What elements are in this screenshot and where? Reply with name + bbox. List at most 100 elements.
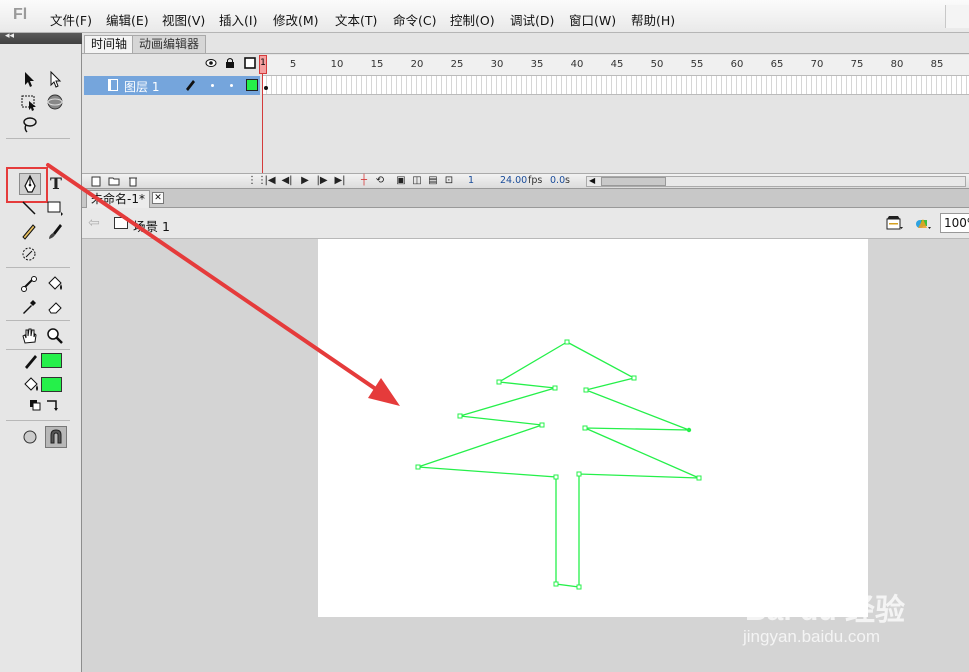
menu-commands[interactable]: 命令(C) xyxy=(393,10,436,29)
fill-color-icon[interactable] xyxy=(20,374,42,396)
menu-edit[interactable]: 编辑(E) xyxy=(106,10,149,29)
document-tab[interactable]: 未命名-1* xyxy=(86,190,150,208)
ruler-label: 30 xyxy=(490,59,504,70)
swap-colors-icon[interactable] xyxy=(42,395,64,417)
free-transform-tool-icon[interactable] xyxy=(18,91,40,113)
menu-text[interactable]: 文本(T) xyxy=(335,10,377,29)
menu-help[interactable]: 帮助(H) xyxy=(631,10,675,29)
ruler-label: 85 xyxy=(930,59,944,70)
new-folder-icon[interactable] xyxy=(108,175,120,187)
edit-symbol-icon[interactable] xyxy=(914,215,932,231)
stroke-color-swatch[interactable] xyxy=(41,353,62,368)
loop-icon[interactable]: ⟲ xyxy=(374,175,386,187)
onion-outlines-icon[interactable]: ◫ xyxy=(411,175,423,187)
layer-header-icons xyxy=(205,57,259,71)
frame-rate[interactable]: 24.00 xyxy=(500,175,527,186)
selection-tool-icon[interactable] xyxy=(18,68,40,90)
scroll-left-icon[interactable]: ◀ xyxy=(589,176,595,185)
menu-file[interactable]: 文件(F) xyxy=(50,10,92,29)
new-layer-icon[interactable] xyxy=(90,175,102,187)
menu-bar: Fl 文件(F) 编辑(E) 视图(V) 插入(I) 修改(M) 文本(T) 命… xyxy=(0,0,969,33)
object-drawing-icon[interactable] xyxy=(19,426,41,448)
playhead-line xyxy=(262,74,263,174)
show-hide-all-icon[interactable] xyxy=(205,57,217,69)
paint-bucket-tool-icon[interactable] xyxy=(44,273,66,295)
eyedropper-tool-icon[interactable] xyxy=(18,296,40,318)
pen-tool-icon[interactable] xyxy=(19,173,41,195)
3d-rotation-tool-icon[interactable] xyxy=(44,91,66,113)
lasso-tool-icon[interactable] xyxy=(18,114,40,136)
layer-name[interactable]: 图层 1 xyxy=(124,78,159,95)
outline-all-icon[interactable] xyxy=(244,57,256,69)
next-frame-icon[interactable]: |▶ xyxy=(316,175,328,187)
frame-ruler[interactable]: 5 10 15 20 25 30 35 40 45 50 55 60 65 70… xyxy=(262,55,969,76)
center-frame-icon[interactable]: ┼ xyxy=(358,175,370,187)
pencil-icon xyxy=(184,77,196,94)
ruler-label: 80 xyxy=(890,59,904,70)
menu-view[interactable]: 视图(V) xyxy=(162,10,205,29)
fill-color-swatch[interactable] xyxy=(41,377,62,392)
close-icon[interactable]: ✕ xyxy=(152,192,164,204)
tools-panel: ◂◂ T xyxy=(0,31,82,672)
menu-modify[interactable]: 修改(M) xyxy=(273,10,319,29)
menu-debug[interactable]: 调试(D) xyxy=(510,10,554,29)
ruler-label: 10 xyxy=(330,59,344,70)
layer-row[interactable]: 图层 1 xyxy=(84,76,260,95)
menu-window[interactable]: 窗口(W) xyxy=(569,10,616,29)
menu-control[interactable]: 控制(O) xyxy=(450,10,495,29)
app-logo: Fl xyxy=(13,6,28,23)
edit-scene-icon[interactable] xyxy=(886,215,904,231)
subselection-tool-icon[interactable] xyxy=(44,68,66,90)
layer-lock-dot[interactable] xyxy=(230,84,233,87)
tools-panel-header[interactable]: ◂◂ xyxy=(0,31,82,44)
modify-markers-icon[interactable]: ⊡ xyxy=(443,175,455,187)
playhead-frame: 1 xyxy=(260,58,266,68)
layer-outline-color[interactable] xyxy=(246,79,258,91)
scene-label[interactable]: 场景 1 xyxy=(133,216,170,235)
brush-tool-icon[interactable] xyxy=(44,220,66,242)
delete-icon[interactable] xyxy=(127,175,139,187)
back-arrow-icon[interactable]: ⇦ xyxy=(88,215,100,231)
hand-tool-icon[interactable] xyxy=(18,325,40,347)
tab-motion-editor[interactable]: 动画编辑器 xyxy=(132,35,207,53)
scrollbar-thumb[interactable] xyxy=(601,177,666,186)
ruler-label: 20 xyxy=(410,59,424,70)
line-tool-icon[interactable] xyxy=(18,197,40,219)
timeline-controls: ⋮⋮ |◀ ◀| ▶ |▶ ▶| ┼ ⟲ ▣ ◫ ▤ ⊡ 1 24.00 fps… xyxy=(82,173,969,188)
first-frame-icon[interactable]: |◀ xyxy=(264,175,276,187)
text-tool-icon[interactable]: T xyxy=(45,173,67,195)
eraser-tool-icon[interactable] xyxy=(44,296,66,318)
timeline-scrollbar[interactable]: ◀ xyxy=(586,176,966,187)
layer-icon xyxy=(108,79,118,91)
ruler-label: 70 xyxy=(810,59,824,70)
ruler-label: 40 xyxy=(570,59,584,70)
pencil-tool-icon[interactable] xyxy=(18,220,40,242)
zoom-tool-icon[interactable] xyxy=(44,325,66,347)
last-frame-icon[interactable]: ▶| xyxy=(334,175,346,187)
frame-cells[interactable] xyxy=(262,76,969,95)
stage[interactable] xyxy=(318,239,868,617)
ruler-label: 75 xyxy=(850,59,864,70)
menu-insert[interactable]: 插入(I) xyxy=(219,10,257,29)
previous-frame-icon[interactable]: ◀| xyxy=(281,175,293,187)
lock-all-icon[interactable] xyxy=(224,57,236,69)
ruler-label: 15 xyxy=(370,59,384,70)
bone-tool-icon[interactable] xyxy=(18,273,40,295)
layer-visible-dot[interactable] xyxy=(211,84,214,87)
onion-skin-icon[interactable]: ▣ xyxy=(395,175,407,187)
deco-tool-icon[interactable] xyxy=(18,243,40,265)
play-icon[interactable]: ▶ xyxy=(299,175,311,187)
ruler-label: 55 xyxy=(690,59,704,70)
rectangle-tool-icon[interactable] xyxy=(44,197,66,219)
snap-to-objects-icon[interactable] xyxy=(45,426,67,448)
elapsed-time-unit: s xyxy=(565,175,570,186)
workspace-switcher[interactable] xyxy=(945,5,969,28)
keyframe[interactable] xyxy=(264,86,268,90)
tab-timeline[interactable]: 时间轴 xyxy=(84,35,135,53)
collapse-icon[interactable]: ◂◂ xyxy=(5,31,14,41)
ruler-label: 50 xyxy=(650,59,664,70)
edit-multiple-frames-icon[interactable]: ▤ xyxy=(427,175,439,187)
zoom-field[interactable]: 100% xyxy=(940,213,969,233)
scroll-grip-icon[interactable]: ⋮⋮ xyxy=(247,175,267,187)
stroke-color-icon[interactable] xyxy=(20,350,42,372)
